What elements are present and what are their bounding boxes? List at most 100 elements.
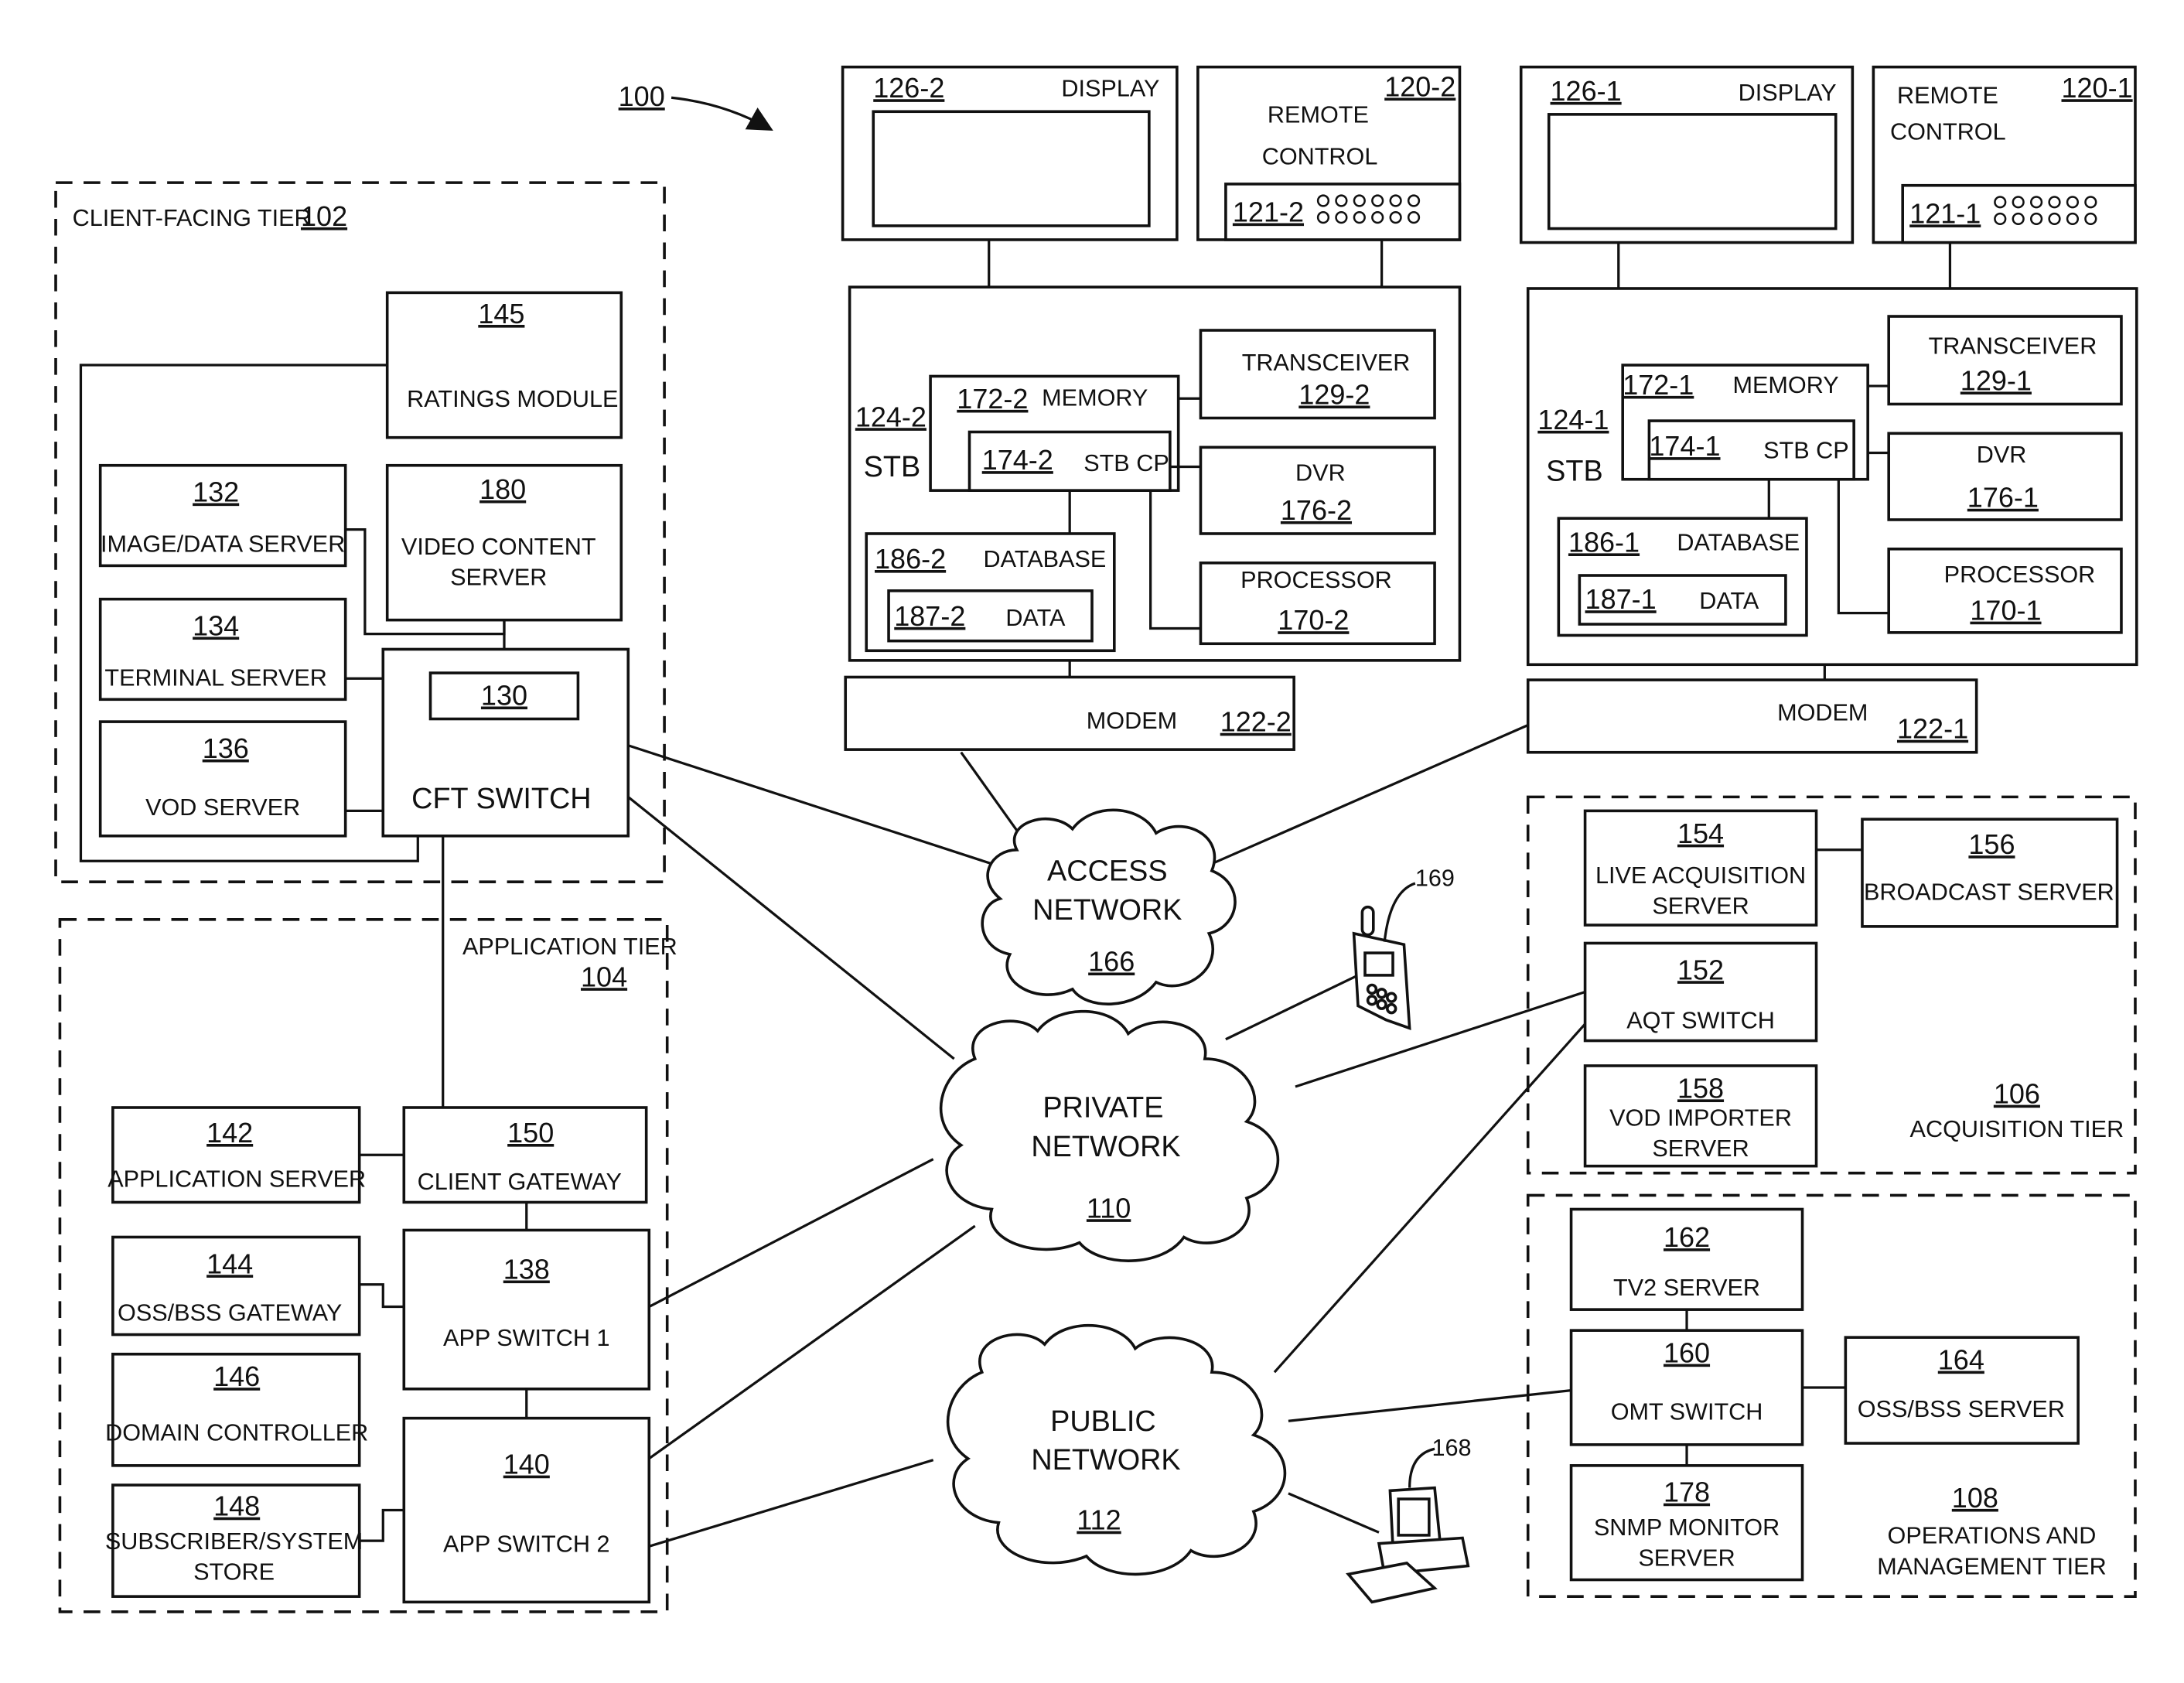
application-server[interactable]: 142 APPLICATION SERVER	[107, 1106, 366, 1204]
label-text: DATA	[1005, 605, 1066, 631]
label-text: CFT SWITCH	[411, 783, 591, 815]
label-text: 150	[507, 1117, 554, 1149]
domain-controller[interactable]: 146 DOMAIN CONTROLLER	[105, 1352, 368, 1467]
remote-control-120-2[interactable]: 120-2 REMOTE CONTROL 121-2	[1196, 65, 1462, 241]
keypad-button-icon	[2012, 212, 2025, 226]
label-text: STORE	[193, 1559, 275, 1586]
oss-bss-gateway[interactable]: 144 OSS/BSS GATEWAY	[111, 1235, 361, 1336]
mobile-phone-icon[interactable]: 169	[1352, 865, 1455, 1030]
label-text: TV2 SERVER	[1613, 1275, 1760, 1301]
label-text: DISPLAY	[1061, 75, 1159, 101]
vod-importer-server[interactable]: 158 VOD IMPORTER SERVER	[1583, 1064, 1818, 1168]
label-text: PUBLIC	[1050, 1405, 1156, 1438]
label-text: MODEM	[1777, 699, 1868, 725]
label-text: RATINGS MODULE	[407, 386, 618, 412]
keypad-button-icon	[1316, 194, 1330, 207]
keypad-button-icon	[1389, 211, 1402, 224]
keypad-button-icon	[2066, 212, 2080, 226]
client-gateway[interactable]: 150 CLIENT GATEWAY	[402, 1106, 648, 1204]
label-text: 132	[193, 476, 239, 508]
label-text: DOMAIN CONTROLLER	[105, 1419, 368, 1446]
subscriber-system-store[interactable]: 148 SUBSCRIBER/SYSTEM STORE	[105, 1483, 363, 1598]
stb-124-2[interactable]: 124-2 STB 172-2 MEMORY 174-2 STB CP TRAN…	[848, 285, 1462, 662]
video-content-server[interactable]: 180 VIDEO CONTENT SERVER	[385, 463, 623, 622]
label-text: 187-2	[894, 600, 965, 632]
label-text: 134	[193, 609, 239, 641]
broadcast-server[interactable]: 156 BROADCAST SERVER	[1861, 818, 2119, 928]
snmp-monitor-server[interactable]: 178 SNMP MONITOR SERVER	[1569, 1464, 1804, 1582]
label-text: 104	[581, 961, 627, 992]
omt-switch[interactable]: 160 OMT SWITCH	[1569, 1329, 1804, 1446]
label-text: STB CP	[1763, 438, 1849, 464]
cft-switch[interactable]: 130 CFT SWITCH	[381, 647, 630, 838]
circle-shape	[1366, 995, 1378, 1006]
network-diagram: 100 CLIENT-FACING TIER 102 145 RATINGS M…	[54, 65, 2138, 1613]
public-network[interactable]: PUBLIC NETWORK 112	[946, 1323, 1287, 1576]
label-text: REMOTE	[1268, 102, 1369, 128]
label-text: 110	[1087, 1192, 1131, 1224]
label-text: 124-2	[855, 401, 926, 432]
keypad-button-icon	[1407, 211, 1421, 224]
tv2-server[interactable]: 162 TV2 SERVER	[1569, 1207, 1804, 1311]
label-text: 178	[1664, 1476, 1710, 1508]
display-126-2[interactable]: 126-2 DISPLAY	[841, 65, 1179, 241]
app-switch-2[interactable]: 140 APP SWITCH 2	[402, 1416, 651, 1604]
private-network[interactable]: PRIVATE NETWORK 110	[939, 1009, 1280, 1262]
box-outline	[1397, 1497, 1431, 1537]
label-text: DVR	[1295, 460, 1346, 486]
label-text: DATABASE	[1677, 530, 1800, 556]
circle-shape	[1386, 1002, 1397, 1015]
label-text: BROADCAST SERVER	[1864, 879, 2114, 906]
label-text: LIVE ACQUISITION	[1595, 862, 1806, 889]
label-text: 170-2	[1278, 604, 1349, 636]
label-text: 144	[206, 1248, 253, 1279]
ratings-module[interactable]: 145 RATINGS MODULE	[385, 291, 623, 439]
vod-server[interactable]: 136 VOD SERVER	[98, 720, 347, 838]
label-text: MEMORY	[1042, 384, 1148, 411]
label-text: 122-1	[1897, 713, 1968, 745]
label-text: MEMORY	[1732, 372, 1838, 398]
app-switch-1[interactable]: 138 APP SWITCH 1	[402, 1228, 651, 1391]
label-text: 112	[1077, 1504, 1121, 1536]
label-text: 120-2	[1384, 70, 1455, 102]
remote-control-120-1[interactable]: 120-1 REMOTE CONTROL 121-1	[1872, 65, 2137, 244]
access-network[interactable]: ACCESS NETWORK 166	[981, 808, 1237, 1005]
keypad-button-icon	[1371, 211, 1384, 224]
aqt-switch[interactable]: 152 AQT SWITCH	[1583, 941, 1818, 1043]
modem-122-1[interactable]: MODEM 122-1	[1526, 678, 1978, 754]
computer-icon[interactable]: 168	[1346, 1435, 1472, 1604]
label-text: APP SWITCH 1	[443, 1325, 609, 1351]
label-text: 160	[1664, 1337, 1710, 1369]
label-text: 152	[1677, 954, 1724, 985]
connector-line	[648, 1224, 976, 1460]
label-text: 154	[1677, 818, 1724, 849]
box-outline	[1547, 113, 1838, 230]
keypad-button-icon	[1335, 211, 1348, 224]
label-text: 158	[1677, 1072, 1724, 1104]
label-text: PROCESSOR	[1944, 562, 2096, 588]
label-text: IMAGE/DATA SERVER	[101, 531, 345, 557]
connector-line	[1408, 1447, 1435, 1488]
terminal-server[interactable]: 134 TERMINAL SERVER	[98, 597, 347, 702]
label-text: OMT SWITCH	[1611, 1398, 1763, 1425]
application-tier: APPLICATION TIER 104 142 APPLICATION SER…	[58, 918, 677, 1613]
label-text: SERVER	[450, 565, 547, 591]
label-text: PRIVATE	[1043, 1092, 1163, 1125]
label-text: STB CP	[1083, 450, 1169, 476]
stb-124-1[interactable]: 124-1 STB 172-1 MEMORY 174-1 STB CP TRAN…	[1526, 287, 2138, 667]
connector-line	[1288, 1492, 1380, 1534]
image-data-server[interactable]: 132 IMAGE/DATA SERVER	[98, 463, 347, 568]
oss-bss-server[interactable]: 164 OSS/BSS SERVER	[1844, 1336, 2080, 1445]
label-text: SNMP MONITOR	[1594, 1514, 1780, 1541]
label-text: 174-1	[1649, 430, 1720, 462]
label-text: 122-2	[1220, 706, 1292, 738]
label-text: 129-1	[1960, 364, 2032, 396]
modem-122-2[interactable]: MODEM 122-2	[844, 675, 1295, 751]
computer-ref: 168	[1432, 1435, 1471, 1461]
label-text: VOD IMPORTER	[1609, 1104, 1792, 1131]
circle-shape	[1376, 988, 1387, 999]
label-text: 120-1	[2062, 72, 2133, 104]
live-acquisition-server[interactable]: 154 LIVE ACQUISITION SERVER	[1583, 809, 1818, 927]
label-text: APPLICATION TIER	[462, 934, 677, 960]
display-126-1[interactable]: 126-1 DISPLAY	[1519, 65, 1855, 244]
